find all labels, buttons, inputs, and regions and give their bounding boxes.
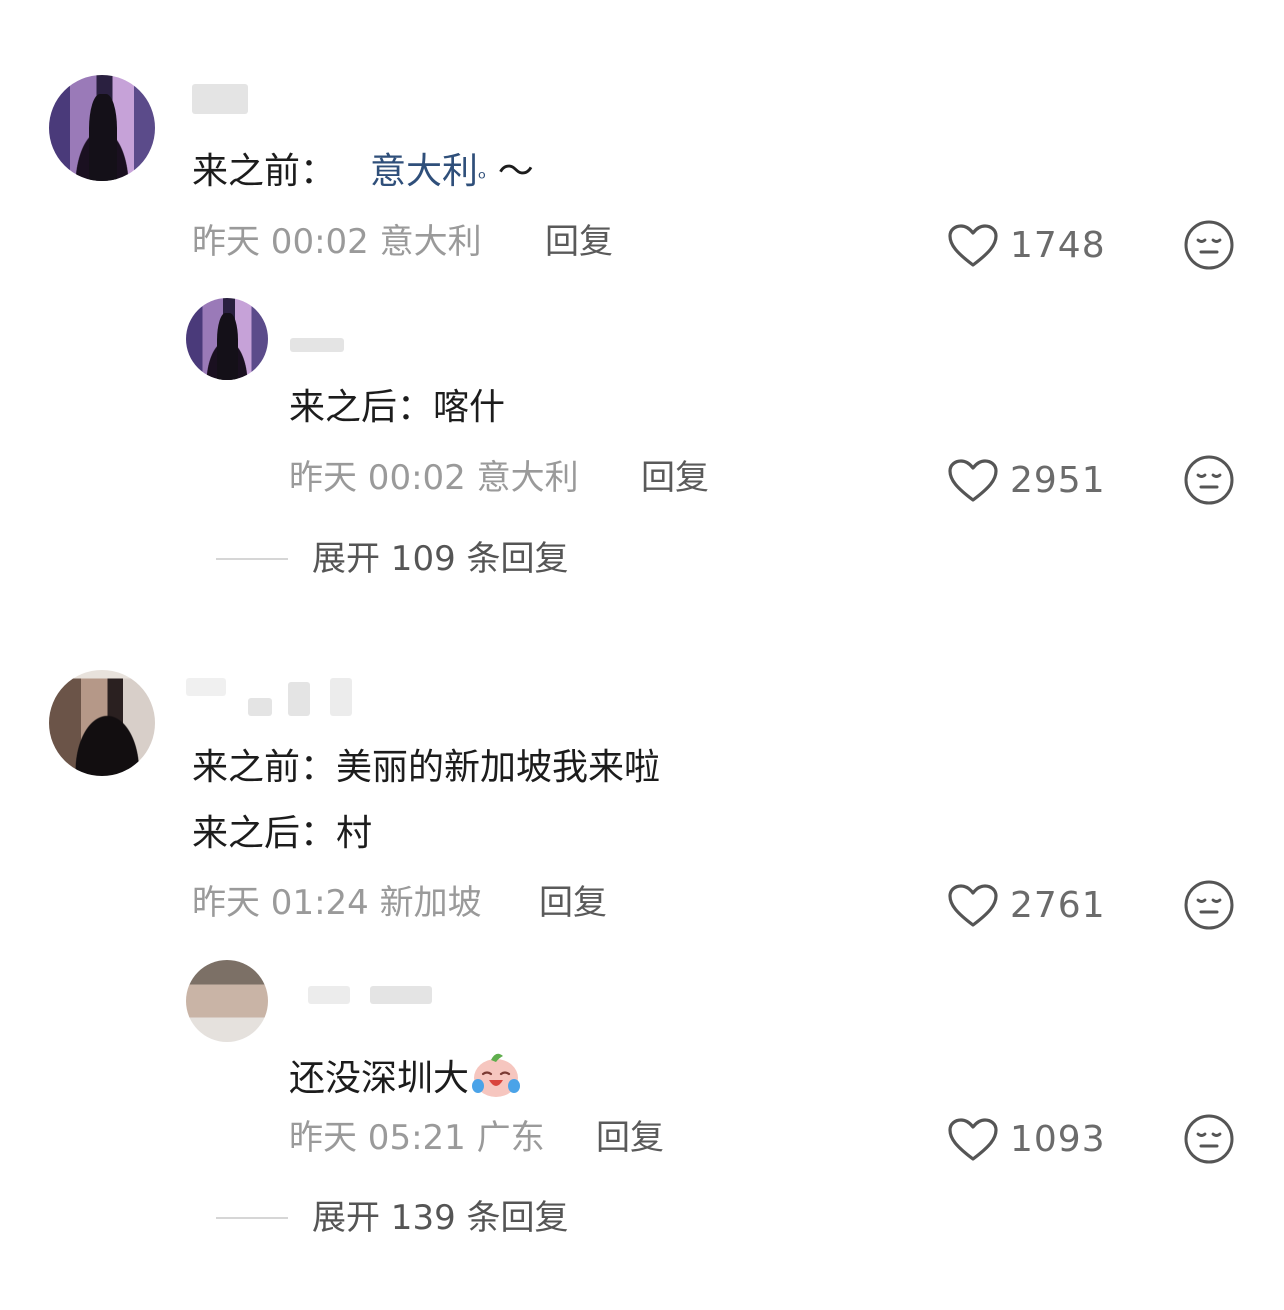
like-count: 2761 bbox=[1010, 885, 1106, 926]
neutral-face-icon[interactable] bbox=[1183, 1113, 1235, 1165]
reply-name-blurred[interactable] bbox=[290, 330, 344, 354]
reply-text: 还没深圳大 bbox=[289, 1046, 523, 1101]
heart-outline-icon[interactable] bbox=[947, 223, 999, 269]
neutral-face-icon[interactable] bbox=[1183, 879, 1235, 931]
heart-outline-icon[interactable] bbox=[947, 1117, 999, 1163]
heart-outline-icon[interactable] bbox=[947, 883, 999, 929]
like-count: 2951 bbox=[1010, 460, 1106, 501]
reply-button[interactable]: 回复 bbox=[545, 220, 613, 264]
expand-divider bbox=[216, 558, 288, 560]
comment-text: 来之前： 意大利ᵒ ～ bbox=[192, 150, 534, 194]
commenter-name-blurred[interactable] bbox=[186, 676, 386, 720]
reply-avatar[interactable] bbox=[186, 960, 268, 1042]
reply-text-content: 还没深圳大 bbox=[289, 1058, 470, 1099]
reply-button[interactable]: 回复 bbox=[596, 1116, 664, 1160]
reply-meta: 昨天 00:02 意大利 bbox=[289, 456, 579, 500]
neutral-face-icon[interactable] bbox=[1183, 219, 1235, 271]
expand-replies-button[interactable]: 展开 109 条回复 bbox=[312, 537, 569, 581]
comment-meta: 昨天 01:24 新加坡 bbox=[192, 881, 482, 925]
reply-location: 广东 bbox=[476, 1118, 545, 1158]
neutral-face-icon[interactable] bbox=[1183, 454, 1235, 506]
comment-location: 新加坡 bbox=[379, 883, 482, 923]
search-link[interactable]: 意大利 bbox=[370, 151, 478, 192]
comment-time: 昨天 01:24 bbox=[192, 883, 369, 923]
comment-time: 昨天 00:02 bbox=[192, 222, 369, 262]
comment-location: 意大利 bbox=[379, 222, 482, 262]
reply-meta: 昨天 05:21 广东 bbox=[289, 1116, 545, 1160]
reply-time: 昨天 00:02 bbox=[289, 458, 466, 498]
reply-button[interactable]: 回复 bbox=[641, 456, 709, 500]
reply-location: 意大利 bbox=[476, 458, 579, 498]
reply-text: 来之后：喀什 bbox=[289, 387, 506, 428]
reply-button[interactable]: 回复 bbox=[539, 881, 607, 925]
like-count: 1093 bbox=[1010, 1119, 1106, 1160]
commenter-avatar[interactable] bbox=[49, 670, 155, 776]
like-count: 1748 bbox=[1010, 225, 1106, 266]
comment-suffix: ～ bbox=[486, 151, 534, 192]
commenter-name-blurred[interactable] bbox=[192, 84, 248, 118]
search-icon[interactable]: ᵒ bbox=[478, 166, 486, 190]
reply-avatar[interactable] bbox=[186, 298, 268, 380]
heart-outline-icon[interactable] bbox=[947, 458, 999, 504]
comment-text-line1: 来之前：美丽的新加坡我来啦 bbox=[192, 747, 661, 788]
comment-prefix: 来之前： bbox=[192, 151, 337, 192]
crying-laughing-emoji bbox=[472, 1053, 521, 1097]
comment-meta: 昨天 00:02 意大利 bbox=[192, 220, 482, 264]
reply-name-blurred[interactable] bbox=[308, 984, 432, 1008]
expand-divider bbox=[216, 1217, 288, 1219]
reply-time: 昨天 05:21 bbox=[289, 1118, 466, 1158]
comment-text-line2: 来之后：村 bbox=[192, 813, 373, 854]
expand-replies-button[interactable]: 展开 139 条回复 bbox=[312, 1196, 569, 1240]
commenter-avatar[interactable] bbox=[49, 75, 155, 181]
